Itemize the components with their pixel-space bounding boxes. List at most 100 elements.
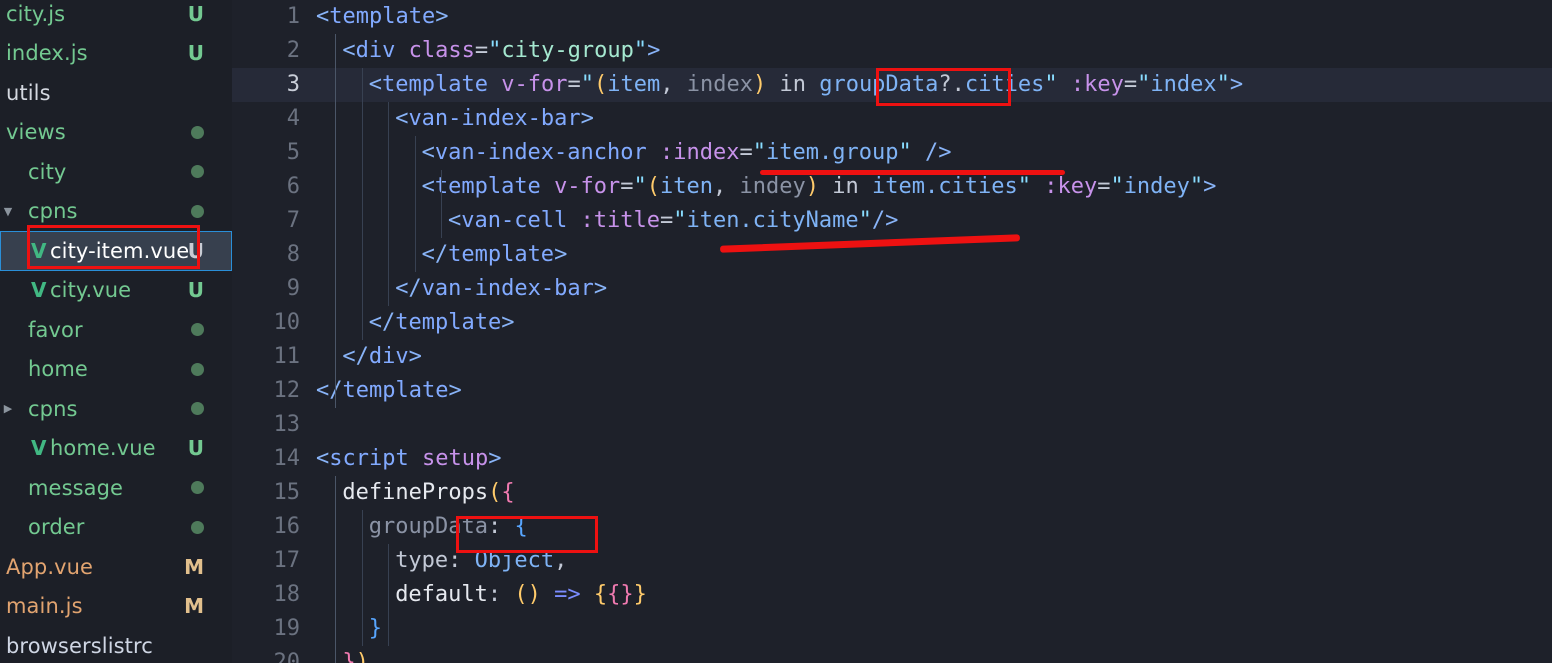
code-token: in: [766, 72, 820, 97]
code-line[interactable]: 2 <div class="city-group">: [232, 34, 1552, 68]
code-token: :: [488, 514, 502, 539]
code-line[interactable]: 14 <script setup>: [232, 442, 1552, 476]
code-token: </: [316, 378, 343, 403]
code-token: ?.: [938, 72, 965, 97]
code-line[interactable]: 15 defineProps({: [232, 476, 1552, 510]
code-line[interactable]: 12 </template>: [232, 374, 1552, 408]
file-tree-item-city[interactable]: city: [0, 152, 232, 192]
code-token: indey: [1123, 174, 1190, 199]
code-token: }: [368, 616, 383, 641]
code-token: van-index-anchor: [434, 140, 647, 165]
code-token: ): [355, 650, 369, 663]
file-tree-item-message[interactable]: message: [0, 468, 232, 508]
code-line[interactable]: 8 </template>: [232, 238, 1552, 272]
file-tree-item-label: browserslistrc: [6, 633, 153, 658]
code-line[interactable]: 20}): [232, 646, 1552, 663]
code-line[interactable]: 1 <template>: [232, 0, 1552, 34]
file-tree-item-label: cpns: [28, 199, 78, 224]
code-line-content: type: Object,: [395, 544, 1552, 578]
code-line[interactable]: 5 <van-index-anchor :index="item.group" /…: [232, 136, 1552, 170]
code-token: in: [819, 174, 872, 199]
line-number: 2: [286, 38, 300, 63]
code-line[interactable]: 10 </template>: [232, 306, 1552, 340]
code-token: cities: [964, 72, 1045, 97]
file-tree-item-app-vue[interactable]: App.vue M: [0, 547, 232, 587]
file-tree-item-city-vue[interactable]: Vcity.vue U: [0, 271, 232, 311]
code-line[interactable]: 16 groupData: {: [232, 510, 1552, 544]
code-token: groupData: [368, 514, 489, 539]
line-number: 19: [273, 616, 301, 641]
file-tree-item-utils[interactable]: utils: [0, 73, 232, 113]
code-line[interactable]: 18 default: () => {{}}: [232, 578, 1552, 612]
file-tree-item-home[interactable]: home: [0, 350, 232, 390]
file-tree-item-label: index.js: [6, 41, 88, 66]
code-lines[interactable]: 1 <template> 2 <div class="city-group"> 3 <te…: [232, 0, 1552, 663]
file-tree-item-label: utils: [6, 80, 51, 105]
code-line[interactable]: 6 <template v-for="(iten, indey) in item.…: [232, 170, 1552, 204]
code-line[interactable]: 17 type: Object,: [232, 544, 1552, 578]
line-number: 17: [273, 548, 301, 573]
file-tree-item-city-item-vue[interactable]: Vcity-item.vue U: [0, 231, 232, 271]
code-line[interactable]: 9 </van-index-bar>: [232, 272, 1552, 306]
code-token: <: [448, 208, 462, 233]
code-line[interactable]: 4 <van-index-bar>: [232, 102, 1552, 136]
code-line-content: <template v-for="(iten, indey) in item.c…: [422, 170, 1552, 204]
indent-guide: [388, 544, 390, 646]
file-tree-item-label: city-item.vue: [50, 238, 190, 263]
code-token: city-group: [501, 38, 634, 63]
code-line-content: <van-cell :title="iten.cityName"/>: [448, 204, 1552, 238]
code-token: =: [620, 174, 634, 199]
code-token: <: [316, 446, 330, 471]
file-tree-item-label: city: [28, 159, 67, 184]
file-tree-item-main-js[interactable]: main.js M: [0, 587, 232, 627]
code-token: :title: [580, 208, 660, 233]
code-token: item: [607, 72, 661, 97]
file-tree-item-cpns[interactable]: ▼ cpns: [0, 192, 232, 232]
code-token: Object: [474, 548, 555, 573]
file-tree-item-label: App.vue: [6, 554, 94, 579]
file-tree-item-favor[interactable]: favor: [0, 310, 232, 350]
code-line[interactable]: 13: [232, 408, 1552, 442]
chevron-down-icon[interactable]: ▼: [0, 205, 16, 218]
line-number: 18: [273, 582, 301, 607]
code-token: />: [911, 140, 952, 165]
code-token: iten: [660, 174, 714, 199]
file-tree-item-index-js[interactable]: ;index.jsU: [0, 34, 232, 74]
line-number: 9: [286, 276, 300, 301]
code-line-content: <van-index-anchor :index="item.group" />: [422, 136, 1552, 170]
file-tree-item-cpns[interactable]: ▶ cpns: [0, 389, 232, 429]
file-tree-item-home-vue[interactable]: Vhome.vue U: [0, 429, 232, 469]
code-token: groupData: [819, 72, 939, 97]
code-token: ": [1110, 174, 1124, 199]
code-token: =: [567, 72, 581, 97]
editor-pane[interactable]: 1 <template> 2 <div class="city-group"> 3 <te…: [232, 0, 1552, 663]
code-line[interactable]: 7 <van-cell :title="iten.cityName"/>: [232, 204, 1552, 238]
explorer-sidebar[interactable]: );city.jsU;index.jsU utils views city ▼ cpns V…: [0, 0, 232, 663]
file-tree[interactable]: );city.jsU;index.jsU utils views city ▼ cpns V…: [0, 0, 232, 663]
chevron-right-icon[interactable]: ▶: [0, 402, 16, 415]
git-status-badge: M: [184, 554, 204, 579]
code-token: <: [342, 38, 356, 63]
code-line[interactable]: 19}: [232, 612, 1552, 646]
file-tree-item-city-js[interactable]: );city.jsU: [0, 0, 232, 34]
code-line[interactable]: 3 <template v-for="(item, index) in group…: [232, 68, 1552, 102]
code-line[interactable]: 11 </div>: [232, 340, 1552, 374]
indent-guide: [414, 136, 416, 272]
line-number: 11: [273, 344, 301, 369]
file-tree-item-label: city.vue: [50, 278, 132, 303]
file-tree-item-browserslistrc[interactable]: browserslistrc: [0, 626, 232, 663]
code-token: (: [514, 582, 528, 607]
code-line-content: </div>: [342, 340, 1552, 374]
line-number: 5: [286, 140, 300, 165]
line-number: 10: [273, 310, 301, 335]
file-tree-item-views[interactable]: views: [0, 113, 232, 153]
code-token: van-cell: [461, 208, 568, 233]
file-tree-item-order[interactable]: order: [0, 508, 232, 548]
code-token: </: [368, 310, 396, 335]
line-number: 3: [286, 72, 300, 97]
indent-guide: [441, 170, 442, 238]
